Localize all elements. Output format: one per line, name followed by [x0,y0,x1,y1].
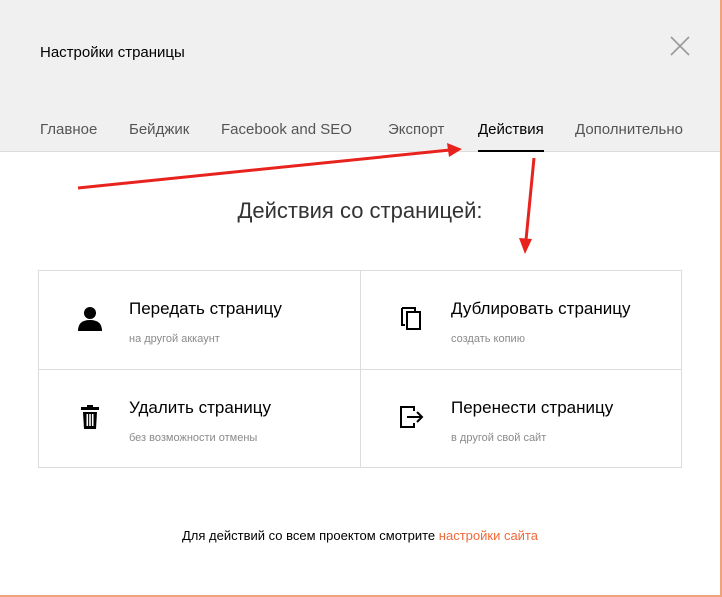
duplicate-page-button[interactable]: Дублировать страницу создать копию [361,271,682,369]
delete-page-button[interactable]: Удалить страницу без возможности отмены [39,370,360,468]
move-page-title: Перенести страницу [451,398,614,417]
tab-export[interactable]: Экспорт [388,118,444,152]
tab-actions[interactable]: Действия [478,118,544,152]
settings-tabs: Главное Бейджик Facebook and SEO Экспорт… [0,118,720,152]
page-heading: Действия со страницей: [237,198,483,223]
footer-note: Для действий со всем проектом смотрите н… [0,528,720,543]
actions-grid: Передать страницу на другой аккаунт Дубл… [38,270,682,468]
move-page-button[interactable]: Перенести страницу в другой свой сайт [361,370,682,468]
duplicate-page-subtitle: создать копию [451,333,525,345]
tab-advanced[interactable]: Дополнительно [575,118,683,152]
trash-icon [77,404,103,430]
copy-icon [399,305,425,331]
transfer-page-subtitle: на другой аккаунт [129,333,220,345]
delete-page-subtitle: без возможности отмены [129,432,258,444]
transfer-page-title: Передать страницу [129,299,282,318]
dialog-header: Настройки страницы Главное Бейджик Faceb… [0,0,720,152]
tab-facebook-seo[interactable]: Facebook and SEO [221,118,352,152]
footer-text: Для действий со всем проектом смотрите [182,528,436,543]
user-icon [77,305,103,331]
move-page-subtitle: в другой свой сайт [451,432,547,444]
transfer-page-button[interactable]: Передать страницу на другой аккаунт [39,271,360,369]
site-settings-link[interactable]: настройки сайта [439,528,538,543]
duplicate-page-title: Дублировать страницу [451,299,631,318]
delete-page-title: Удалить страницу [129,398,271,417]
move-icon [399,404,425,430]
close-icon[interactable] [668,34,692,58]
dialog-title: Настройки страницы [40,44,185,61]
tab-badge[interactable]: Бейджик [129,118,189,152]
tab-main[interactable]: Главное [40,118,97,152]
